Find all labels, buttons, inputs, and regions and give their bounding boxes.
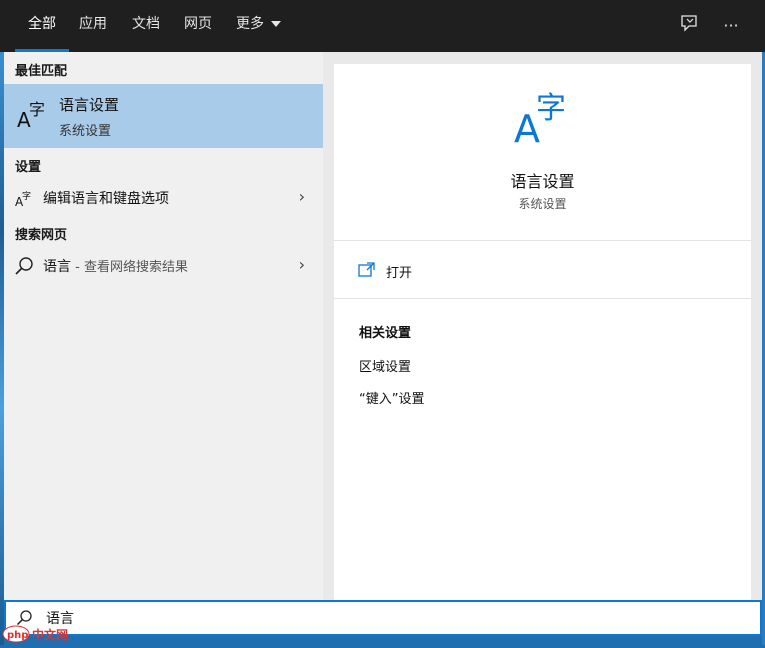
best-match-item[interactable]: A 字 语言设置 系统设置 <box>4 84 323 148</box>
best-match-subtitle: 系统设置 <box>59 124 112 139</box>
feedback-icon[interactable] <box>676 13 702 39</box>
web-search-item[interactable]: 语言 - 查看网络搜索结果 › <box>4 251 323 281</box>
settings-header: 设置 <box>15 160 42 175</box>
svg-text:字: 字 <box>22 190 31 202</box>
related-settings-header: 相关设置 <box>359 326 412 341</box>
svg-text:字: 字 <box>29 100 45 119</box>
web-search-label: 语言 - 查看网络搜索结果 <box>43 256 188 276</box>
preview-subtitle: 系统设置 <box>518 197 567 211</box>
search-input[interactable] <box>46 610 646 626</box>
best-match-header: 最佳匹配 <box>15 64 68 79</box>
svg-text:字: 字 <box>536 91 566 126</box>
open-label: 打开 <box>386 266 413 281</box>
web-search-suffix: - 查看网络搜索结果 <box>71 260 188 275</box>
more-options-glyph: ··· <box>723 16 739 35</box>
svg-text:中文网: 中文网 <box>32 627 68 642</box>
language-icon: A 字 <box>514 91 566 146</box>
divider <box>334 298 751 299</box>
web-search-query: 语言 <box>43 259 71 275</box>
tab-documents[interactable]: 文档 <box>119 0 173 52</box>
tab-more-label: 更多 <box>236 16 264 32</box>
preview-title: 语言设置 <box>510 172 575 191</box>
chevron-right-icon[interactable]: › <box>299 255 305 274</box>
svg-text:php: php <box>7 630 28 641</box>
tab-web[interactable]: 网页 <box>171 0 225 52</box>
best-match-title: 语言设置 <box>59 96 120 114</box>
watermark: php 中文网 <box>2 624 84 644</box>
settings-item-label: 编辑语言和键盘选项 <box>43 191 169 207</box>
tab-web-label: 网页 <box>184 16 212 32</box>
tab-apps[interactable]: 应用 <box>66 0 120 52</box>
chevron-right-icon[interactable]: › <box>299 187 305 206</box>
php-logo: php 中文网 <box>2 625 68 643</box>
settings-item-edit-language[interactable]: A 字 编辑语言和键盘选项 › <box>4 183 323 213</box>
search-box[interactable] <box>4 600 762 636</box>
language-icon: A 字 <box>17 100 45 130</box>
tab-all[interactable]: 全部 <box>15 0 69 52</box>
language-small-icon: A 字 <box>15 190 31 209</box>
caret-down-icon <box>271 21 282 27</box>
search-filter-bar: 全部 应用 文档 网页 更多 ··· <box>0 0 765 52</box>
tab-documents-label: 文档 <box>132 16 160 32</box>
more-options-icon[interactable]: ··· <box>718 13 744 39</box>
related-link-region[interactable]: 区域设置 <box>359 356 411 375</box>
preview-card: A 字 语言设置 系统设置 打开 相关设置 区域设置 “键入”设置 <box>334 64 751 600</box>
related-link-typing[interactable]: “键入”设置 <box>359 388 424 407</box>
open-icon <box>358 262 375 277</box>
results-panel: 最佳匹配 A 字 语言设置 系统设置 设置 A 字 编辑语言和键盘选项 › 搜索… <box>4 52 323 600</box>
tab-all-label: 全部 <box>28 16 56 32</box>
tab-more[interactable]: 更多 <box>223 0 294 52</box>
search-icon <box>15 257 33 275</box>
divider <box>334 240 751 241</box>
web-search-header: 搜索网页 <box>15 228 68 243</box>
tab-apps-label: 应用 <box>79 16 107 32</box>
preview-panel: A 字 语言设置 系统设置 打开 相关设置 区域设置 “键入”设置 <box>323 52 762 600</box>
